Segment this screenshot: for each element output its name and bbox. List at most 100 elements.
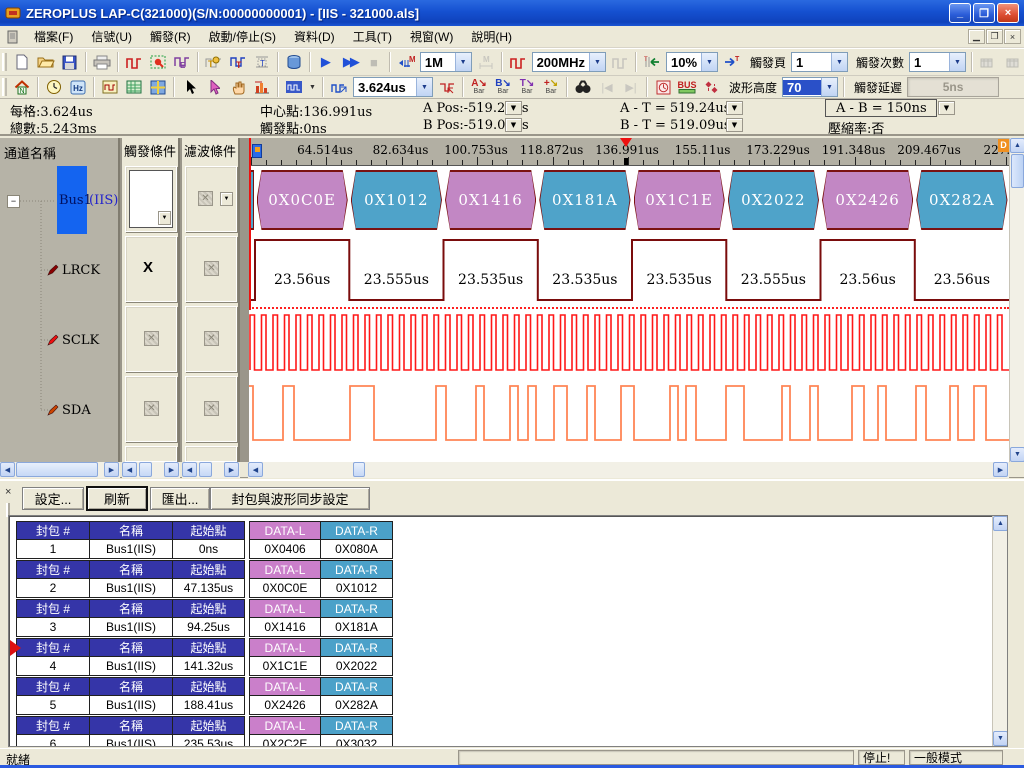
disabled-checkbox-icon[interactable]: ✕ [204,401,219,416]
pulse-width-icon[interactable] [652,76,674,98]
b-t-dropdown[interactable]: ▼ [726,118,743,132]
combo-1[interactable]: 1▼ [909,52,966,72]
menu-item-3[interactable]: 觸發(R) [141,27,200,47]
t-bar-icon[interactable]: T↘Bar [516,76,538,98]
compare-icon[interactable] [700,76,722,98]
sampling-setup-icon[interactable] [123,51,145,73]
a-t-dropdown[interactable]: ▼ [726,101,743,115]
time-ruler[interactable]: 64.514us82.634us100.753us118.872us136.99… [249,138,1009,166]
clock-icon[interactable] [43,76,65,98]
add-bar-icon[interactable]: +↘Bar [540,76,562,98]
print-icon[interactable] [91,51,113,73]
group-setup-icon[interactable]: E [171,51,193,73]
combo-10[interactable]: 10%▼ [666,52,718,72]
channel-item-sda[interactable]: SDA [46,403,91,418]
channel-bus-name[interactable]: Bus1 [59,193,92,208]
wave-zoom-combo-icon[interactable] [283,76,305,98]
menu-item-5[interactable]: 資料(D) [285,27,344,47]
disabled-checkbox-icon[interactable]: ✕ [204,261,219,276]
filter-cell-2[interactable]: ✕ [185,306,237,372]
packet-row[interactable]: 封包 #名稱起始點3Bus1(IIS)94.25usDATA-LDATA-R0X… [16,599,396,636]
packet-vscrollbar[interactable]: ▲ ▼ [992,516,1007,746]
trigger-hscrollbar[interactable]: ◀▶ [122,462,180,478]
filter-setup-icon[interactable] [147,51,169,73]
zoom-fit-icon[interactable]: T [641,51,663,73]
open-file-icon[interactable] [35,51,57,73]
hand-icon[interactable] [227,76,249,98]
trigger-marker-icon[interactable] [620,138,632,147]
chevron-down-icon[interactable]: ▼ [416,78,432,96]
trigger-flag-icon[interactable]: T [203,51,225,73]
frequency-icon[interactable]: Hz [67,76,89,98]
channel-item-lrck[interactable]: LRCK [46,263,100,278]
trigger-cell-4[interactable] [125,446,177,462]
combo-70[interactable]: 70▼ [782,77,838,97]
document-icon[interactable] [2,26,24,48]
filter-hscrollbar[interactable]: ◀▶ [182,462,240,478]
sampling-wave-icon[interactable] [507,51,529,73]
combo-200mhz[interactable]: 200MHz▼ [532,52,606,72]
chevron-down-icon[interactable]: ▼ [306,77,319,97]
d-bar-flag[interactable]: D [998,139,1009,152]
restore-button[interactable]: ❐ [973,3,995,23]
mdi-close-button[interactable]: × [1004,29,1021,44]
menu-item-7[interactable]: 視窗(W) [401,27,462,47]
bus-trigger-combo[interactable]: ▼ [129,170,173,228]
goto-trigger-bar-icon[interactable] [436,76,458,98]
pointer-icon[interactable] [179,76,201,98]
packet-button-3[interactable]: 匯出... [150,487,210,510]
packet-row[interactable]: 封包 #名稱起始點4Bus1(IIS)141.32usDATA-LDATA-R0… [16,638,396,675]
b-pos-dropdown[interactable]: ▼ [505,118,522,132]
goto-trigger-icon[interactable]: T [721,51,743,73]
trigger-delay-icon[interactable]: T [251,51,273,73]
new-file-icon[interactable] [11,51,33,73]
disabled-checkbox-icon[interactable]: ✕ [144,401,159,416]
statistics-icon[interactable] [251,76,273,98]
lrck-trigger-condition[interactable]: X [143,259,153,276]
minimize-button[interactable]: _ [949,3,971,23]
menu-item-8[interactable]: 說明(H) [462,27,521,47]
home-icon[interactable]: N [11,76,33,98]
chevron-down-icon[interactable]: ▼ [821,78,837,96]
combo-1m[interactable]: 1M▼ [420,52,472,72]
packet-row[interactable]: 封包 #名稱起始點6Bus1(IIS)235.53usDATA-LDATA-R0… [16,716,396,747]
list-window-icon[interactable] [123,76,145,98]
packet-button-2[interactable]: 刷新 [87,487,147,510]
packet-close-icon[interactable]: × [5,487,11,497]
save-file-icon[interactable] [59,51,81,73]
a-pos-dropdown[interactable]: ▼ [505,101,522,115]
a-b-dropdown[interactable]: ▼ [938,101,955,115]
menu-item-6[interactable]: 工具(T) [344,27,401,47]
packet-row[interactable]: 封包 #名稱起始點5Bus1(IIS)188.41usDATA-LDATA-R0… [16,677,396,714]
filter-cell-4[interactable] [185,446,237,462]
menu-item-2[interactable]: 信號(U) [82,27,141,47]
packet-button-4[interactable]: 封包與波形同步設定 [210,487,370,510]
trigger-cell-1[interactable]: X [125,236,177,302]
chevron-down-icon[interactable]: ▼ [589,53,605,71]
chevron-down-icon[interactable]: ▼ [455,53,471,71]
close-button[interactable]: × [997,3,1019,23]
packet-row[interactable]: 封包 #名稱起始點1Bus1(IIS)0nsDATA-LDATA-R0X0406… [16,521,396,558]
combo-3624us[interactable]: 3.624us▼ [353,77,433,97]
menu-item-1[interactable]: 檔案(F) [25,27,82,47]
filter-cell-1[interactable]: ✕ [185,236,237,302]
navigator-icon[interactable] [147,76,169,98]
repeat-run-icon[interactable]: ▶▶ [339,51,361,73]
packet-button-1[interactable]: 設定... [22,487,84,510]
combo-1[interactable]: 1▼ [791,52,848,72]
bus-analysis-icon[interactable] [283,51,305,73]
run-icon[interactable]: ▶ [315,51,337,73]
zoom-bar-icon[interactable] [328,76,350,98]
chevron-down-icon[interactable]: ▼ [949,53,965,71]
waveform-panel[interactable]: 64.514us82.634us100.753us118.872us136.99… [249,138,1009,462]
a-bar-flag[interactable] [252,144,262,158]
chevron-down-icon[interactable]: ▼ [220,192,233,206]
chevron-down-icon[interactable]: ▼ [701,53,717,71]
channel-hscrollbar[interactable]: ◀▶ [0,462,120,478]
disabled-checkbox-icon[interactable]: ✕ [144,331,159,346]
trigger-cell-3[interactable]: ✕ [125,376,177,442]
toolbar-grip[interactable] [2,78,7,96]
chevron-down-icon[interactable]: ▼ [831,53,847,71]
a-bar-icon[interactable]: A↘Bar [468,76,490,98]
tree-expander[interactable]: − [7,195,20,208]
